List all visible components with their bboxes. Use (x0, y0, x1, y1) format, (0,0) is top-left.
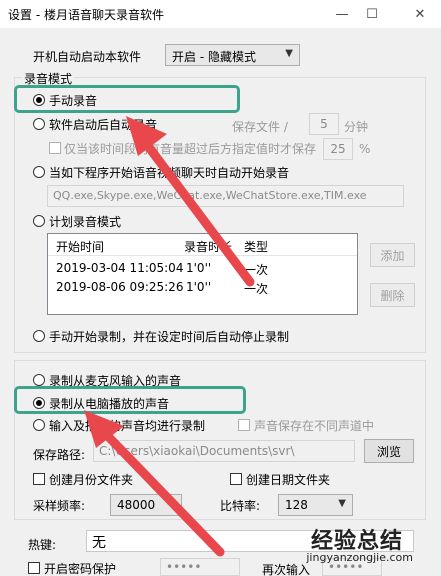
watermark-url: jingyanzongjie.com (306, 551, 413, 564)
annotation-arrows (84, 116, 255, 557)
arrow-icon (126, 116, 255, 287)
arrow-icon (84, 410, 225, 557)
